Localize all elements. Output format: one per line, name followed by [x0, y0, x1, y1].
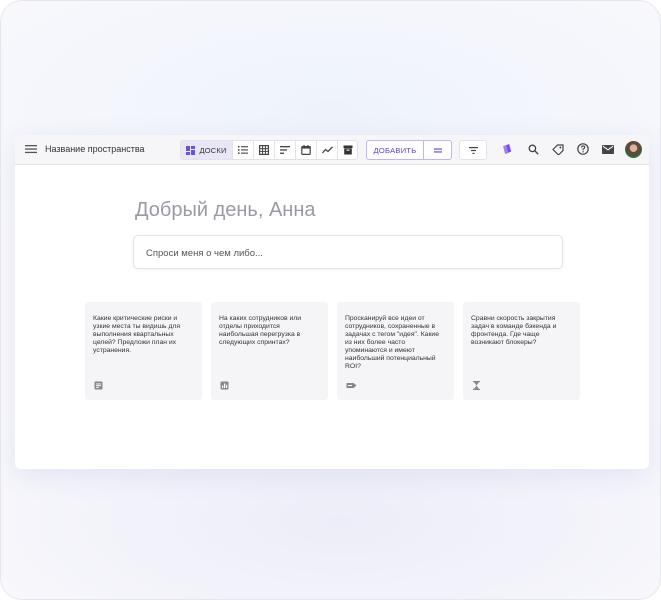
view-boards-label: ДОСКИ — [199, 145, 227, 155]
filter-icon — [468, 146, 478, 154]
gantt-icon — [280, 146, 290, 154]
view-timeline-button[interactable] — [317, 141, 338, 159]
search-icon[interactable] — [526, 142, 540, 156]
view-gantt-button[interactable] — [275, 141, 296, 159]
view-archive-button[interactable] — [338, 141, 357, 159]
tag-icon[interactable] — [551, 142, 565, 156]
ask-box — [133, 235, 563, 270]
hourglass-icon — [472, 377, 481, 390]
app-frame: Название пространства ДОСКИ ДОБАВИТЬ Доб… — [0, 0, 661, 600]
greeting-title: Добрый день, Анна — [135, 199, 316, 221]
workspace-window: Название пространства ДОСКИ ДОБАВИТЬ Доб… — [15, 135, 649, 469]
add-button[interactable]: ДОБАВИТЬ — [367, 141, 424, 159]
suggestion-text: Просканируй все идеи от сотрудников, сох… — [345, 315, 439, 370]
document-icon — [94, 377, 103, 390]
trend-icon — [321, 146, 333, 154]
space-title[interactable]: Название пространства — [45, 144, 145, 154]
filter-button[interactable] — [459, 140, 487, 160]
suggestion-text: На каких сотрудников или отделы приходит… — [219, 315, 302, 346]
archive-icon — [343, 145, 353, 155]
chart-icon — [220, 377, 229, 390]
equals-menu-icon — [433, 148, 442, 153]
ai-assistant-icon[interactable] — [500, 142, 514, 156]
mail-icon[interactable] — [601, 142, 615, 156]
tag-icon — [346, 377, 357, 388]
add-button-group: ДОБАВИТЬ — [366, 140, 452, 160]
top-bar: Название пространства ДОСКИ ДОБАВИТЬ — [15, 135, 649, 165]
calendar-icon — [301, 145, 311, 155]
help-icon[interactable] — [576, 142, 590, 156]
view-switcher: ДОСКИ — [180, 140, 358, 160]
avatar[interactable] — [625, 141, 642, 158]
view-boards-button[interactable]: ДОСКИ — [181, 141, 233, 159]
view-table-button[interactable] — [254, 141, 275, 159]
boards-icon — [186, 145, 196, 155]
menu-icon[interactable] — [24, 143, 38, 155]
add-menu-button[interactable] — [424, 141, 451, 159]
suggestion-text: Сравни скорость закрытия задач в команде… — [471, 315, 557, 346]
suggestion-card[interactable]: Сравни скорость закрытия задач в команде… — [463, 302, 580, 400]
view-calendar-button[interactable] — [296, 141, 317, 159]
ask-input[interactable] — [144, 236, 548, 270]
list-icon — [238, 146, 248, 154]
view-list-button[interactable] — [233, 141, 254, 159]
suggestion-card[interactable]: Какие критические риски и узкие места ты… — [85, 302, 202, 400]
suggestion-card[interactable]: На каких сотрудников или отделы приходит… — [211, 302, 328, 400]
table-icon — [259, 145, 269, 155]
suggestion-text: Какие критические риски и узкие места ты… — [93, 315, 181, 354]
suggestion-card[interactable]: Просканируй все идеи от сотрудников, сох… — [337, 302, 454, 400]
